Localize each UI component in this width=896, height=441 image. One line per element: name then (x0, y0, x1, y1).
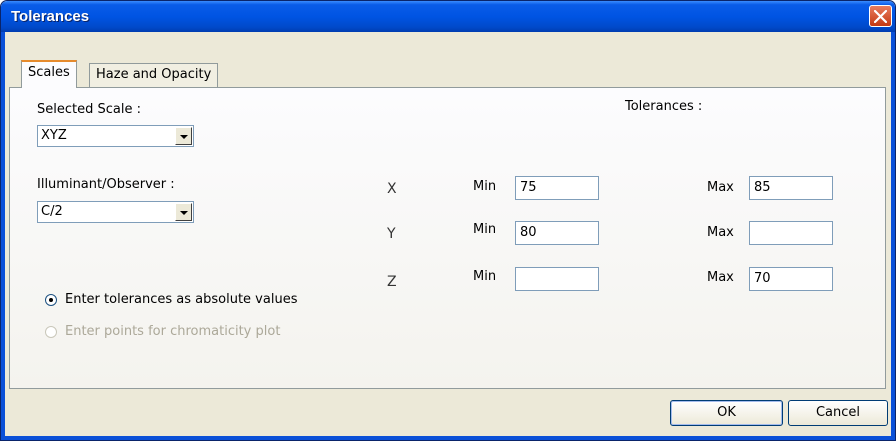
x-max-label: Max (707, 180, 734, 195)
selected-scale-value: XYZ (41, 128, 67, 143)
absolute-values-label[interactable]: Enter tolerances as absolute values (65, 292, 297, 307)
tolerances-label: Tolerances : (625, 99, 703, 114)
illuminant-observer-select[interactable]: C/2 (37, 201, 194, 223)
chevron-down-icon[interactable] (175, 203, 192, 221)
x-min-label: Min (473, 179, 497, 194)
z-min-input[interactable] (515, 267, 599, 291)
cancel-button[interactable]: Cancel (788, 400, 888, 426)
tab-scales[interactable]: Scales (21, 60, 77, 88)
illuminant-observer-label: Illuminant/Observer : (37, 177, 175, 192)
window-border-right (891, 32, 895, 440)
axis-x-label: X (387, 181, 397, 197)
z-min-label: Min (473, 269, 497, 284)
selected-scale-select[interactable]: XYZ (37, 125, 194, 147)
y-min-input[interactable]: 80 (515, 221, 599, 245)
window-border-bottom (1, 436, 895, 440)
close-icon (874, 10, 887, 23)
z-max-input[interactable]: 70 (749, 267, 833, 291)
tab-haze-and-opacity[interactable]: Haze and Opacity (89, 63, 219, 88)
chevron-down-icon[interactable] (175, 127, 192, 145)
y-min-label: Min (473, 222, 497, 237)
chromaticity-plot-radio (45, 326, 57, 338)
ok-button[interactable]: OK (670, 400, 783, 426)
y-max-label: Max (707, 225, 734, 240)
y-max-input[interactable] (749, 221, 833, 245)
z-max-label: Max (707, 270, 734, 285)
tolerances-dialog: Tolerances Scales Haze and Opacity Selec… (0, 0, 896, 441)
close-button[interactable] (869, 5, 892, 27)
x-min-input[interactable]: 75 (515, 176, 599, 200)
x-max-input[interactable]: 85 (749, 176, 833, 200)
axis-z-label: Z (387, 274, 397, 290)
chromaticity-plot-label: Enter points for chromaticity plot (65, 324, 281, 339)
illuminant-observer-value: C/2 (41, 204, 63, 219)
window-title: Tolerances (11, 8, 90, 25)
window-border-left (1, 32, 5, 440)
axis-y-label: Y (387, 226, 396, 242)
selected-scale-label: Selected Scale : (37, 102, 141, 117)
absolute-values-radio[interactable] (45, 294, 57, 306)
title-bar[interactable]: Tolerances (1, 1, 895, 32)
